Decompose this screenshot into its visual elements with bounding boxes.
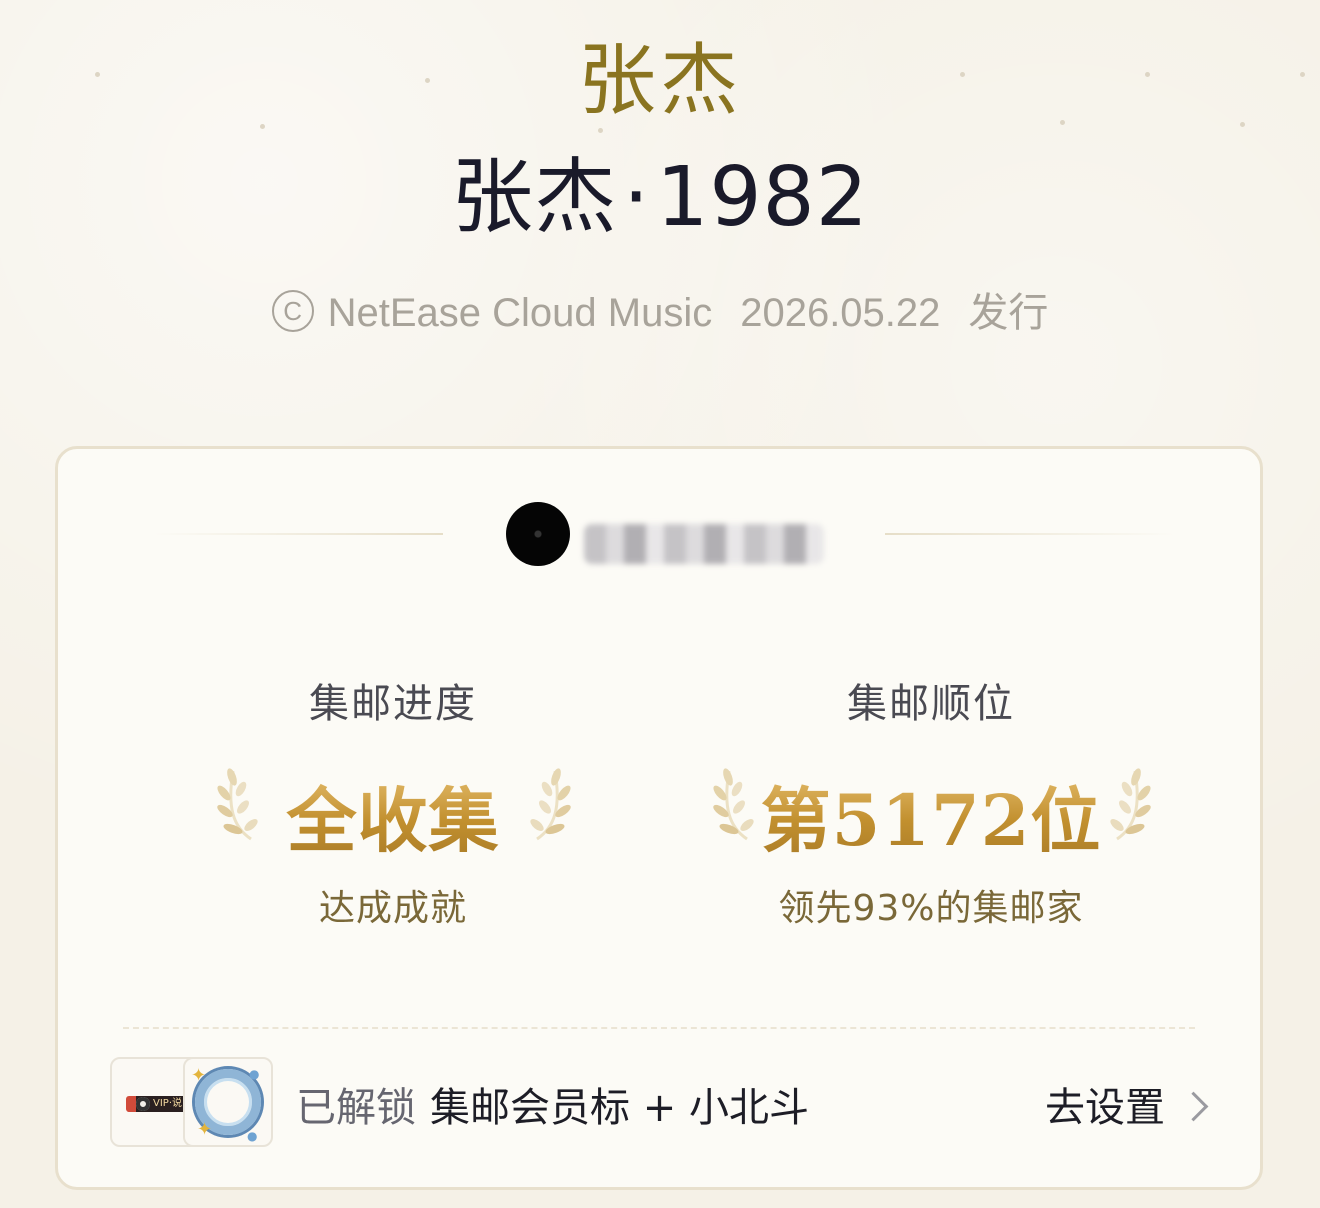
laurel-right-icon: [530, 768, 571, 841]
go-settings-button[interactable]: 去设置: [1045, 1075, 1209, 1133]
go-settings-label: 去设置: [1045, 1085, 1165, 1131]
artist-name[interactable]: 张杰: [0, 18, 1320, 130]
divider-line: [885, 533, 1175, 535]
star-icon: ✦: [191, 1065, 207, 1086]
record-label: NetEase Cloud Music: [327, 291, 713, 335]
album-separator: ·: [623, 150, 651, 245]
progress-value: 全收集: [123, 765, 663, 866]
record-icon: [136, 1097, 150, 1111]
laurel-right-icon: [1110, 768, 1151, 841]
username-blurred: [584, 524, 824, 564]
chevron-right-icon: [1178, 1091, 1209, 1122]
album-collection-page: 张杰 张杰·1982 C NetEase Cloud Music 2026.05.2…: [0, 0, 1320, 1208]
unlock-prefix: 已解锁: [296, 1085, 416, 1131]
progress-value-row: 全收集: [123, 757, 663, 862]
rank-label: 集邮顺位: [847, 681, 1015, 727]
rank-value-row: 第5172位: [661, 757, 1201, 862]
beidou-ring-icon: ✦ ✦ ● ●: [183, 1057, 273, 1147]
unlock-row[interactable]: VIP·说 ✦ ✦ ● ● 已解锁 集邮会员标 + 小北斗 去设置: [110, 1055, 1209, 1151]
star-icon: ●: [247, 1129, 258, 1143]
progress-label: 集邮进度: [309, 681, 477, 727]
star-icon: ✦: [197, 1119, 213, 1140]
unlock-text: 已解锁 集邮会员标 + 小北斗: [296, 1075, 809, 1133]
collection-card: 集邮进度 全收集 达成成就 集邮顺位 第5172位 领先93%的集邮家 VIP·…: [55, 446, 1263, 1190]
rank-subtext: 领先93%的集邮家: [778, 888, 1084, 929]
release-info: C NetEase Cloud Music 2026.05.22 发行: [0, 280, 1320, 338]
star-icon: ●: [249, 1067, 260, 1081]
album-title: 张杰·1982: [0, 130, 1320, 249]
album-year: 1982: [656, 150, 869, 245]
release-word: 发行: [968, 291, 1049, 335]
vip-badge: VIP·说: [126, 1096, 190, 1112]
dashed-divider: [123, 1027, 1195, 1029]
user-avatar[interactable]: [506, 502, 570, 566]
progress-subtext: 达成成就: [318, 888, 467, 929]
release-date: 2026.05.22: [740, 291, 941, 335]
vip-badge-text: VIP·说: [153, 1098, 182, 1109]
divider-line: [153, 533, 443, 535]
copyright-icon: C: [271, 290, 314, 333]
unlock-rewards: 集邮会员标 + 小北斗: [430, 1085, 809, 1131]
album-name: 张杰: [451, 150, 618, 245]
